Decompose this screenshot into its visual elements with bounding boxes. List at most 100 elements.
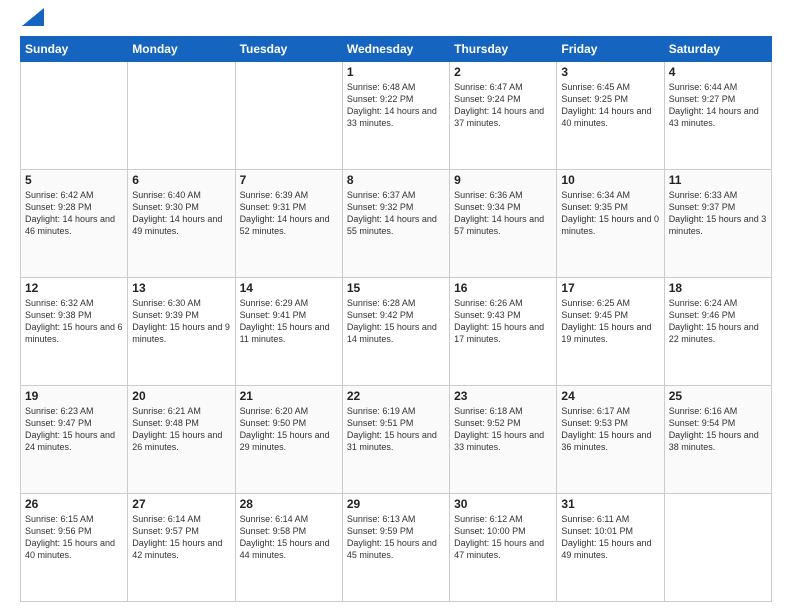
day-number: 19 — [25, 389, 123, 403]
weekday-header-friday: Friday — [557, 37, 664, 62]
day-number: 24 — [561, 389, 659, 403]
calendar-cell: 31 Sunrise: 6:11 AMSunset: 10:01 PMDayli… — [557, 494, 664, 602]
calendar-cell — [128, 62, 235, 170]
day-info: Sunrise: 6:42 AMSunset: 9:28 PMDaylight:… — [25, 189, 123, 238]
calendar-cell: 5 Sunrise: 6:42 AMSunset: 9:28 PMDayligh… — [21, 170, 128, 278]
calendar-week-row: 12 Sunrise: 6:32 AMSunset: 9:38 PMDaylig… — [21, 278, 772, 386]
day-number: 8 — [347, 173, 445, 187]
weekday-header-row: SundayMondayTuesdayWednesdayThursdayFrid… — [21, 37, 772, 62]
day-number: 27 — [132, 497, 230, 511]
day-number: 16 — [454, 281, 552, 295]
header — [20, 16, 772, 26]
day-info: Sunrise: 6:23 AMSunset: 9:47 PMDaylight:… — [25, 405, 123, 454]
day-info: Sunrise: 6:12 AMSunset: 10:00 PMDaylight… — [454, 513, 552, 562]
day-number: 1 — [347, 65, 445, 79]
day-info: Sunrise: 6:24 AMSunset: 9:46 PMDaylight:… — [669, 297, 767, 346]
day-info: Sunrise: 6:33 AMSunset: 9:37 PMDaylight:… — [669, 189, 767, 238]
calendar-cell: 8 Sunrise: 6:37 AMSunset: 9:32 PMDayligh… — [342, 170, 449, 278]
calendar-cell: 20 Sunrise: 6:21 AMSunset: 9:48 PMDaylig… — [128, 386, 235, 494]
day-number: 30 — [454, 497, 552, 511]
day-number: 20 — [132, 389, 230, 403]
day-number: 29 — [347, 497, 445, 511]
day-number: 10 — [561, 173, 659, 187]
day-info: Sunrise: 6:28 AMSunset: 9:42 PMDaylight:… — [347, 297, 445, 346]
day-number: 11 — [669, 173, 767, 187]
day-info: Sunrise: 6:45 AMSunset: 9:25 PMDaylight:… — [561, 81, 659, 130]
calendar-cell: 16 Sunrise: 6:26 AMSunset: 9:43 PMDaylig… — [450, 278, 557, 386]
day-number: 21 — [240, 389, 338, 403]
day-info: Sunrise: 6:48 AMSunset: 9:22 PMDaylight:… — [347, 81, 445, 130]
calendar-cell: 24 Sunrise: 6:17 AMSunset: 9:53 PMDaylig… — [557, 386, 664, 494]
calendar-cell: 11 Sunrise: 6:33 AMSunset: 9:37 PMDaylig… — [664, 170, 771, 278]
day-info: Sunrise: 6:32 AMSunset: 9:38 PMDaylight:… — [25, 297, 123, 346]
day-info: Sunrise: 6:13 AMSunset: 9:59 PMDaylight:… — [347, 513, 445, 562]
day-number: 17 — [561, 281, 659, 295]
calendar-cell: 1 Sunrise: 6:48 AMSunset: 9:22 PMDayligh… — [342, 62, 449, 170]
day-info: Sunrise: 6:25 AMSunset: 9:45 PMDaylight:… — [561, 297, 659, 346]
calendar-cell: 12 Sunrise: 6:32 AMSunset: 9:38 PMDaylig… — [21, 278, 128, 386]
day-number: 31 — [561, 497, 659, 511]
weekday-header-tuesday: Tuesday — [235, 37, 342, 62]
day-info: Sunrise: 6:44 AMSunset: 9:27 PMDaylight:… — [669, 81, 767, 130]
day-info: Sunrise: 6:34 AMSunset: 9:35 PMDaylight:… — [561, 189, 659, 238]
calendar-cell: 29 Sunrise: 6:13 AMSunset: 9:59 PMDaylig… — [342, 494, 449, 602]
calendar-cell: 28 Sunrise: 6:14 AMSunset: 9:58 PMDaylig… — [235, 494, 342, 602]
day-number: 28 — [240, 497, 338, 511]
calendar-cell — [21, 62, 128, 170]
calendar-cell: 13 Sunrise: 6:30 AMSunset: 9:39 PMDaylig… — [128, 278, 235, 386]
day-number: 6 — [132, 173, 230, 187]
calendar-cell: 14 Sunrise: 6:29 AMSunset: 9:41 PMDaylig… — [235, 278, 342, 386]
day-info: Sunrise: 6:18 AMSunset: 9:52 PMDaylight:… — [454, 405, 552, 454]
calendar-cell: 10 Sunrise: 6:34 AMSunset: 9:35 PMDaylig… — [557, 170, 664, 278]
day-info: Sunrise: 6:30 AMSunset: 9:39 PMDaylight:… — [132, 297, 230, 346]
day-info: Sunrise: 6:15 AMSunset: 9:56 PMDaylight:… — [25, 513, 123, 562]
day-number: 18 — [669, 281, 767, 295]
day-info: Sunrise: 6:14 AMSunset: 9:58 PMDaylight:… — [240, 513, 338, 562]
day-info: Sunrise: 6:37 AMSunset: 9:32 PMDaylight:… — [347, 189, 445, 238]
day-info: Sunrise: 6:40 AMSunset: 9:30 PMDaylight:… — [132, 189, 230, 238]
calendar-cell: 21 Sunrise: 6:20 AMSunset: 9:50 PMDaylig… — [235, 386, 342, 494]
calendar-week-row: 26 Sunrise: 6:15 AMSunset: 9:56 PMDaylig… — [21, 494, 772, 602]
weekday-header-monday: Monday — [128, 37, 235, 62]
day-info: Sunrise: 6:17 AMSunset: 9:53 PMDaylight:… — [561, 405, 659, 454]
calendar-cell: 25 Sunrise: 6:16 AMSunset: 9:54 PMDaylig… — [664, 386, 771, 494]
calendar-cell: 27 Sunrise: 6:14 AMSunset: 9:57 PMDaylig… — [128, 494, 235, 602]
weekday-header-wednesday: Wednesday — [342, 37, 449, 62]
day-info: Sunrise: 6:29 AMSunset: 9:41 PMDaylight:… — [240, 297, 338, 346]
day-info: Sunrise: 6:26 AMSunset: 9:43 PMDaylight:… — [454, 297, 552, 346]
calendar-table: SundayMondayTuesdayWednesdayThursdayFrid… — [20, 36, 772, 602]
calendar-cell: 18 Sunrise: 6:24 AMSunset: 9:46 PMDaylig… — [664, 278, 771, 386]
day-info: Sunrise: 6:14 AMSunset: 9:57 PMDaylight:… — [132, 513, 230, 562]
day-number: 26 — [25, 497, 123, 511]
day-info: Sunrise: 6:39 AMSunset: 9:31 PMDaylight:… — [240, 189, 338, 238]
calendar-cell: 2 Sunrise: 6:47 AMSunset: 9:24 PMDayligh… — [450, 62, 557, 170]
calendar-cell — [664, 494, 771, 602]
day-number: 7 — [240, 173, 338, 187]
day-number: 12 — [25, 281, 123, 295]
calendar-cell: 7 Sunrise: 6:39 AMSunset: 9:31 PMDayligh… — [235, 170, 342, 278]
day-number: 15 — [347, 281, 445, 295]
calendar-cell: 3 Sunrise: 6:45 AMSunset: 9:25 PMDayligh… — [557, 62, 664, 170]
day-number: 13 — [132, 281, 230, 295]
calendar-cell: 23 Sunrise: 6:18 AMSunset: 9:52 PMDaylig… — [450, 386, 557, 494]
day-number: 14 — [240, 281, 338, 295]
calendar-cell: 19 Sunrise: 6:23 AMSunset: 9:47 PMDaylig… — [21, 386, 128, 494]
calendar-cell: 26 Sunrise: 6:15 AMSunset: 9:56 PMDaylig… — [21, 494, 128, 602]
day-number: 2 — [454, 65, 552, 79]
calendar-week-row: 1 Sunrise: 6:48 AMSunset: 9:22 PMDayligh… — [21, 62, 772, 170]
day-info: Sunrise: 6:11 AMSunset: 10:01 PMDaylight… — [561, 513, 659, 562]
day-number: 4 — [669, 65, 767, 79]
page: SundayMondayTuesdayWednesdayThursdayFrid… — [0, 0, 792, 612]
weekday-header-saturday: Saturday — [664, 37, 771, 62]
day-number: 23 — [454, 389, 552, 403]
calendar-cell: 6 Sunrise: 6:40 AMSunset: 9:30 PMDayligh… — [128, 170, 235, 278]
day-number: 9 — [454, 173, 552, 187]
calendar-cell: 17 Sunrise: 6:25 AMSunset: 9:45 PMDaylig… — [557, 278, 664, 386]
day-number: 5 — [25, 173, 123, 187]
day-number: 22 — [347, 389, 445, 403]
calendar-cell — [235, 62, 342, 170]
logo-arrow-icon — [22, 8, 44, 26]
day-number: 3 — [561, 65, 659, 79]
day-info: Sunrise: 6:36 AMSunset: 9:34 PMDaylight:… — [454, 189, 552, 238]
day-number: 25 — [669, 389, 767, 403]
